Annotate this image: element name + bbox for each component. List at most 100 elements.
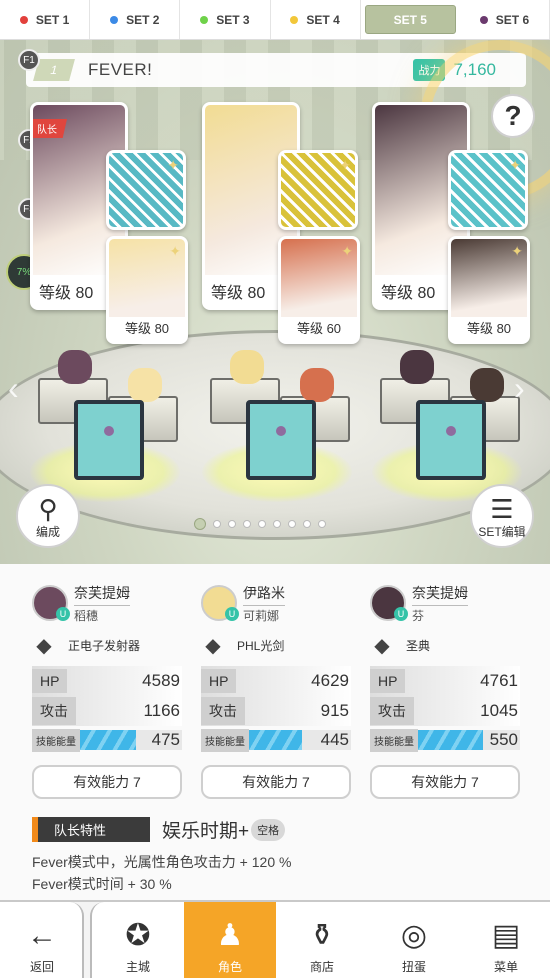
character-row[interactable]: U 奈芙提姆 芬 — [370, 582, 520, 624]
set-tab-label: SET 2 — [126, 12, 160, 27]
magnifier-gear-icon: ⚲ — [38, 494, 58, 524]
formation-button[interactable]: ⚲ 编成 — [16, 484, 80, 548]
page-dot[interactable] — [228, 520, 236, 528]
weapon-row: ◆ 正电子发射器 — [32, 624, 182, 666]
effective-ability-button[interactable]: 有效能力 7 — [370, 765, 520, 799]
weapon-row: ◆ PHL光剑 — [201, 624, 351, 666]
effective-ability-button[interactable]: 有效能力 7 — [32, 765, 182, 799]
device-icon — [246, 400, 316, 480]
set-tabs: SET 1 SET 2 SET 3 SET 4 SET 5 SET 6 — [0, 0, 550, 40]
hp-row: HP 4761 — [370, 666, 520, 696]
avatar: U — [370, 585, 408, 621]
chibi-sprite — [400, 350, 434, 384]
support-name: 芬 — [412, 604, 468, 624]
weapon-card[interactable]: ✦ — [278, 150, 358, 230]
list-icon: ☰ — [490, 494, 514, 524]
set-tab-4[interactable]: SET 4 — [271, 0, 361, 39]
sub-card[interactable]: ✦ 等级 80 — [448, 236, 530, 344]
leader-tag: 队长 — [33, 119, 67, 138]
sparkle-icon: ✦ — [169, 243, 181, 259]
support-name: 稻穗 — [74, 604, 130, 624]
pedestal-group — [378, 340, 528, 480]
set-tab-2[interactable]: SET 2 — [90, 0, 181, 39]
sub-card[interactable]: ✦ 等级 80 — [106, 236, 188, 344]
character-row[interactable]: U 奈芙提姆 稻穗 — [32, 582, 182, 624]
set-tab-6[interactable]: SET 6 — [460, 0, 550, 39]
next-arrow-icon[interactable]: › — [514, 370, 525, 407]
sub-card[interactable]: ✦ 等级 60 — [278, 236, 360, 344]
chibi-sprite — [230, 350, 264, 384]
nav-label: 商店 — [309, 960, 334, 974]
bottom-nav: ← 返回 ✪ 主城 ♟ 角色 ⚱ 商店 ◎ 扭蛋 ▤ 菜单 — [0, 900, 550, 978]
attack-value: 1166 — [143, 701, 180, 720]
page-dot[interactable] — [273, 520, 281, 528]
page-dot[interactable] — [213, 520, 221, 528]
energy-bar: 475 — [80, 730, 182, 750]
set-tab-1[interactable]: SET 1 — [0, 0, 91, 39]
sparkle-icon: ✦ — [339, 157, 351, 173]
set-color-dot — [200, 15, 209, 24]
weapon-icon: ◆ — [36, 634, 52, 657]
set-edit-label: SET编辑 — [478, 525, 526, 539]
weapon-card[interactable]: ✦ — [448, 150, 528, 230]
hp-row: HP 4589 — [32, 666, 182, 696]
energy-fill — [80, 730, 137, 750]
page-dot[interactable] — [194, 518, 206, 530]
chibi-sprite — [470, 368, 504, 402]
nav-label: 菜单 — [493, 960, 518, 974]
nav-label: 角色 — [217, 960, 242, 974]
sub-level: 等级 80 — [124, 321, 170, 336]
set-color-dot — [19, 15, 28, 24]
set-tab-label: SET 4 — [306, 12, 340, 27]
energy-value: 475 — [151, 730, 180, 749]
energy-row: 技能能量 550 — [370, 728, 520, 752]
weapon-card[interactable]: ✦ — [106, 150, 186, 230]
back-item: ← 返回 — [0, 902, 84, 978]
hp-label: HP — [201, 669, 237, 693]
page-indicator — [194, 518, 326, 530]
nav-gacha[interactable]: ◎ 扭蛋 — [368, 902, 460, 978]
page-dot[interactable] — [243, 520, 251, 528]
page-dot[interactable] — [303, 520, 311, 528]
pedestal-group — [36, 340, 186, 480]
energy-bar: 445 — [249, 730, 351, 750]
gacha-icon: ◎ — [400, 919, 428, 952]
nav-label: 主城 — [125, 960, 150, 974]
character-row[interactable]: U 伊路米 可莉娜 — [201, 582, 351, 624]
squad-3: 等级 80 ✦ ✦ 等级 80 — [372, 102, 532, 344]
set-tab-3[interactable]: SET 3 — [180, 0, 271, 39]
page-dot[interactable] — [288, 520, 296, 528]
energy-value: 445 — [320, 730, 349, 749]
back-button[interactable]: ← 返回 — [0, 902, 84, 978]
previous-arrow-icon[interactable]: ‹ — [8, 370, 19, 407]
chibi-sprite — [58, 350, 92, 384]
effective-ability-button[interactable]: 有效能力 7 — [201, 765, 351, 799]
sparkle-icon: ✦ — [509, 157, 521, 173]
leader-trait: 队长特性 娱乐时期+ 空格 Fever模式中，光属性角色攻击力 + 120 % … — [32, 816, 522, 895]
nav-character[interactable]: ♟ 角色 — [184, 902, 276, 978]
nav-castle[interactable]: ✪ 主城 — [92, 902, 184, 978]
sub-level: 等级 60 — [296, 321, 342, 336]
attack-value: 1045 — [480, 701, 518, 720]
nav-label: 扭蛋 — [401, 960, 426, 974]
energy-fill — [418, 730, 484, 750]
character-name: 奈芙提姆 — [74, 584, 130, 601]
nav-shop[interactable]: ⚱ 商店 — [276, 902, 368, 978]
attack-label: 攻击 — [32, 697, 76, 725]
set-tab-label: SET 6 — [495, 12, 530, 27]
set-color-dot — [479, 15, 488, 24]
avatar: U — [32, 585, 70, 621]
back-label: 返回 — [29, 960, 54, 974]
set-edit-button[interactable]: ☰ SET编辑 — [470, 484, 534, 548]
set-tab-5[interactable]: SET 5 — [364, 5, 456, 34]
attack-row: 攻击 1045 — [370, 696, 520, 726]
energy-fill — [249, 730, 303, 750]
support-name: 可莉娜 — [243, 604, 285, 624]
weapon-name: 圣典 — [406, 638, 431, 653]
page-dot[interactable] — [258, 520, 266, 528]
u-badge: U — [394, 607, 408, 621]
character-column-2: U 伊路米 可莉娜 ◆ PHL光剑 HP 4629 攻击 915 技能能量 44… — [201, 582, 351, 799]
hp-row: HP 4629 — [201, 666, 351, 696]
page-dot[interactable] — [318, 520, 326, 528]
nav-menu[interactable]: ▤ 菜单 — [460, 902, 550, 978]
